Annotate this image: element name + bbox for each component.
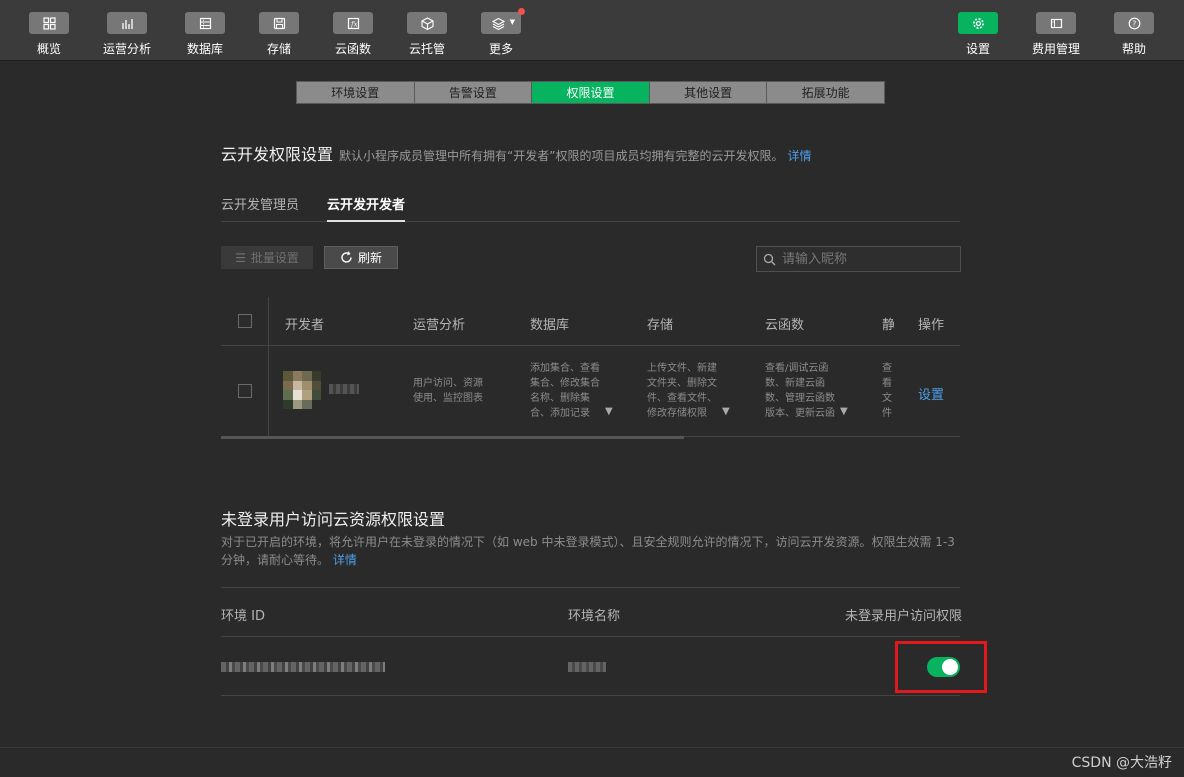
nav-help[interactable]: ? 帮助 xyxy=(1104,12,1164,57)
overview-icon xyxy=(29,12,69,34)
col-developer: 开发者 xyxy=(285,318,325,333)
role-tabs: 云开发管理员 云开发开发者 xyxy=(221,194,960,222)
select-all-checkbox[interactable] xyxy=(238,314,252,328)
watermark: CSDN @大浩籽 xyxy=(1071,755,1172,771)
nav-label: 概览 xyxy=(36,42,61,56)
cube-icon xyxy=(407,12,447,34)
row-settings-link[interactable]: 设置 xyxy=(918,384,944,403)
col-guest-access: 未登录用户访问权限 xyxy=(845,609,963,624)
nav-label: 存储 xyxy=(266,42,291,56)
toggle-knob xyxy=(942,659,958,675)
guest-access-toggle[interactable] xyxy=(927,657,960,677)
table-row: 用户访问、资源使用、监控图表 添加集合、查看集合、修改集合名称、删除集合、添加记… xyxy=(221,346,960,437)
top-nav: 概览 运营分析 数据库 存储 fx 云函数 云托管 ▼ 更多 设置 费用管理 ?… xyxy=(0,0,1184,61)
avatar xyxy=(283,371,321,409)
nav-label: 设置 xyxy=(965,42,990,56)
tab-alert-settings[interactable]: 告警设置 xyxy=(414,82,533,103)
nickname-search[interactable] xyxy=(756,246,961,272)
gear-icon xyxy=(958,12,998,34)
col-storage: 存储 xyxy=(647,318,674,333)
nav-storage[interactable]: 存储 xyxy=(249,12,309,57)
guest-detail-link[interactable]: 详情 xyxy=(333,553,357,567)
nav-overview[interactable]: 概览 xyxy=(19,12,79,57)
analytics-perms: 用户访问、资源使用、监控图表 xyxy=(413,378,483,404)
search-input[interactable] xyxy=(782,251,952,267)
env-id-redacted xyxy=(221,662,385,672)
sliders-icon: ☰ xyxy=(235,250,246,265)
col-action: 操作 xyxy=(918,318,945,333)
nav-label: 运营分析 xyxy=(102,42,151,56)
col-analytics: 运营分析 xyxy=(413,318,466,333)
highlight-box xyxy=(895,641,987,693)
nav-billing[interactable]: 费用管理 xyxy=(1026,12,1086,57)
nav-functions[interactable]: fx 云函数 xyxy=(323,12,383,57)
settings-tabs: 环境设置 告警设置 权限设置 其他设置 拓展功能 xyxy=(296,81,885,104)
batch-settings-label: 批量设置 xyxy=(250,251,299,265)
col-static: 静 xyxy=(882,318,894,333)
database-perms: 添加集合、查看集合、修改集合名称、删除集合、添加记录 xyxy=(530,363,600,419)
function-icon: fx xyxy=(333,12,373,34)
permission-description: 默认小程序成员管理中所有拥有“开发者”权限的项目成员均拥有完整的云开发权限。 xyxy=(339,149,784,163)
layers-icon: ▼ xyxy=(481,8,525,34)
expand-caret-icon[interactable]: ▼ xyxy=(722,406,730,417)
bottom-divider xyxy=(0,747,1184,748)
nav-label: 云托管 xyxy=(408,42,445,56)
environment-table: 环境 ID 环境名称 未登录用户访问权限 xyxy=(221,587,987,696)
permission-header: 云开发权限设置 默认小程序成员管理中所有拥有“开发者”权限的项目成员均拥有完整的… xyxy=(221,141,811,165)
tab-env-settings[interactable]: 环境设置 xyxy=(297,82,415,103)
caret-down-icon: ▼ xyxy=(509,18,515,26)
guest-desc-text: 对于已开启的环境，将允许用户在未登录的情况下（如 web 中未登录模式）、且安全… xyxy=(221,535,955,567)
storage-perms: 上传文件、新建文件夹、删除文件、查看文件、修改存储权限 xyxy=(647,363,717,419)
table-header: 环境 ID 环境名称 未登录用户访问权限 xyxy=(221,588,963,637)
nav-database[interactable]: 数据库 xyxy=(175,12,235,57)
col-database: 数据库 xyxy=(530,318,570,333)
guest-access-description: 对于已开启的环境，将允许用户在未登录的情况下（如 web 中未登录模式）、且安全… xyxy=(221,533,963,569)
table-row xyxy=(221,637,987,696)
nav-more[interactable]: ▼ 更多 xyxy=(471,8,531,57)
tab-other-settings[interactable]: 其他设置 xyxy=(649,82,768,103)
col-env-name: 环境名称 xyxy=(568,609,621,624)
refresh-button[interactable]: 刷新 xyxy=(324,246,398,269)
refresh-icon xyxy=(341,251,352,263)
nav-label: 更多 xyxy=(488,42,513,56)
detail-link[interactable]: 详情 xyxy=(787,147,811,164)
svg-text:fx: fx xyxy=(350,20,358,28)
col-env-id: 环境 ID xyxy=(221,609,265,624)
nav-settings[interactable]: 设置 xyxy=(948,12,1008,57)
tab-extensions[interactable]: 拓展功能 xyxy=(767,82,884,103)
tab-permission-settings[interactable]: 权限设置 xyxy=(532,82,650,103)
svg-text:?: ? xyxy=(1132,19,1136,28)
developer-table: 开发者 运营分析 数据库 存储 云函数 静 操作 用户访问、资源使用、监控图表 … xyxy=(221,297,960,439)
horizontal-scrollbar[interactable] xyxy=(221,436,684,439)
static-perms: 查看文件管理状态 xyxy=(882,363,892,419)
tab-developers[interactable]: 云开发开发者 xyxy=(327,194,406,222)
nav-label: 数据库 xyxy=(186,42,223,56)
expand-caret-icon[interactable]: ▼ xyxy=(605,406,613,417)
nav-analytics[interactable]: 运营分析 xyxy=(97,12,157,57)
refresh-label: 刷新 xyxy=(357,251,382,265)
database-icon xyxy=(185,12,225,34)
col-functions: 云函数 xyxy=(765,318,805,333)
tab-admins[interactable]: 云开发管理员 xyxy=(221,194,299,222)
developer-name-redacted xyxy=(329,384,359,394)
nav-label: 帮助 xyxy=(1121,42,1146,56)
table-header: 开发者 运营分析 数据库 存储 云函数 静 操作 xyxy=(221,297,960,346)
nav-label: 费用管理 xyxy=(1031,42,1080,56)
search-icon xyxy=(763,253,776,265)
row-checkbox[interactable] xyxy=(238,384,252,398)
nav-cloudhost[interactable]: 云托管 xyxy=(397,12,457,57)
nav-label: 云函数 xyxy=(334,42,371,56)
notification-dot xyxy=(518,8,525,15)
guest-access-title: 未登录用户访问云资源权限设置 xyxy=(221,510,446,529)
help-icon: ? xyxy=(1114,12,1154,34)
storage-icon xyxy=(259,12,299,34)
expand-caret-icon[interactable]: ▼ xyxy=(840,406,848,417)
billing-icon xyxy=(1036,12,1076,34)
env-name-redacted xyxy=(568,662,606,672)
batch-settings-button[interactable]: ☰ 批量设置 xyxy=(221,246,313,269)
function-perms: 查看/调试云函数、新建云函数、管理云函数版本、更新云函数 xyxy=(765,363,835,419)
analytics-icon xyxy=(107,12,147,34)
page-title: 云开发权限设置 xyxy=(221,145,334,164)
